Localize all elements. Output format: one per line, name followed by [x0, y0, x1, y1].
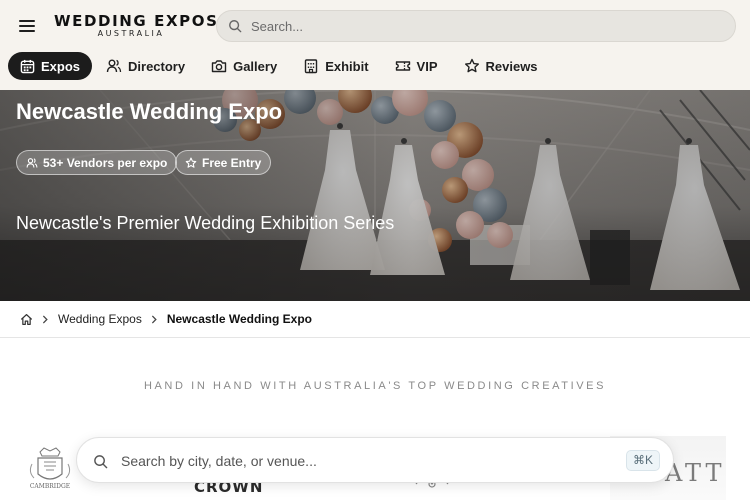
shortcut-badge: ⌘K [626, 450, 660, 471]
header-search[interactable] [216, 10, 736, 42]
breadcrumb: Wedding Expos Newcastle Wedding Expo [0, 301, 750, 338]
nav-item-expos[interactable]: Expos [8, 52, 93, 80]
breadcrumb-link-wedding-expos[interactable]: Wedding Expos [58, 312, 142, 326]
main-nav: Expos Directory Gallery Exhibit VIP Revi… [8, 52, 552, 80]
cambridge-logo-text: CAMBRIDGE [30, 483, 70, 490]
menu-button[interactable] [18, 15, 38, 37]
star-icon [464, 58, 479, 73]
nav-item-vip[interactable]: VIP [383, 52, 450, 80]
hamburger-icon-bar [19, 25, 35, 27]
chevron-right-icon [150, 315, 159, 324]
logo-main-text: WEDDING EXPOS [54, 12, 219, 30]
nav-label-directory: Directory [128, 58, 186, 74]
logo-sub-text: AUSTRALIA [97, 29, 165, 38]
partners-heading: HAND IN HAND WITH AUSTRALIA'S TOP WEDDIN… [143, 380, 607, 392]
hero-subtitle: Newcastle's Premier Wedding Exhibition S… [16, 213, 395, 233]
free-entry-badge-label: Free Entry [202, 155, 262, 170]
nav-item-gallery[interactable]: Gallery [199, 52, 289, 80]
home-icon[interactable] [20, 313, 33, 326]
floating-search[interactable]: ⌘K [76, 437, 674, 483]
vendors-badge: 53+ Vendors per expo [16, 150, 178, 175]
site-header: WEDDING EXPOS AUSTRALIA Expos [0, 0, 750, 90]
header-search-input[interactable] [251, 17, 721, 35]
search-icon [229, 20, 242, 33]
hero-banner: Newcastle Wedding Expo 53+ Vendors per e… [0, 90, 750, 301]
hamburger-icon [19, 20, 35, 22]
nav-item-exhibit[interactable]: Exhibit [291, 52, 380, 80]
camera-icon [211, 60, 227, 73]
nav-label-exhibit: Exhibit [325, 58, 369, 74]
chevron-right-icon [41, 315, 50, 324]
hamburger-icon-bar [19, 30, 35, 32]
search-icon [94, 455, 108, 469]
vendors-badge-label: 53+ Vendors per expo [43, 155, 168, 170]
calendar-icon [20, 59, 35, 73]
nav-item-reviews[interactable]: Reviews [452, 52, 550, 80]
breadcrumb-current: Newcastle Wedding Expo [166, 312, 312, 326]
ticket-icon [395, 61, 410, 71]
nav-item-directory[interactable]: Directory [94, 52, 197, 80]
site-logo[interactable]: WEDDING EXPOS AUSTRALIA [54, 12, 219, 39]
nav-label-gallery: Gallery [233, 58, 278, 74]
users-icon [106, 59, 122, 73]
page-title: Newcastle Wedding Expo [16, 99, 283, 124]
att-logo: ATT [665, 459, 726, 487]
floating-search-input[interactable] [121, 451, 611, 471]
building-icon [304, 59, 318, 74]
nav-label-vip: VIP [416, 58, 438, 74]
star-icon [185, 157, 197, 168]
users-icon [26, 157, 38, 168]
nav-label-expos: Expos [41, 58, 81, 74]
free-entry-badge: Free Entry [175, 150, 272, 175]
nav-label-reviews: Reviews [485, 58, 538, 74]
cambridge-logo: CAMBRIDGE [30, 447, 70, 490]
